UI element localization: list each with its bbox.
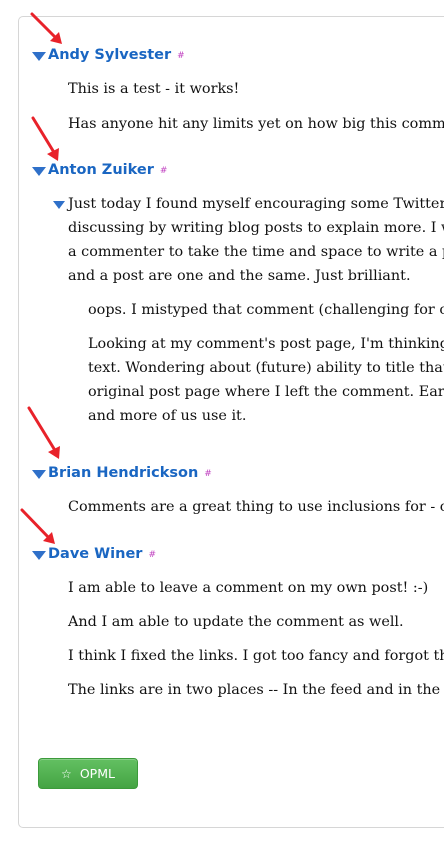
permalink-hash[interactable]: # (160, 166, 168, 176)
comment-text: Has anyone hit any limits yet on how big… (68, 116, 444, 132)
comment-text: I think I fixed the links. I got too fan… (68, 648, 444, 664)
collapse-triangle-icon[interactable] (53, 201, 65, 209)
reply-text: oops. I mistyped that comment (challengi… (88, 302, 444, 318)
comment-text: The links are in two places -- In the fe… (68, 682, 444, 698)
reply-text: and more of us use it. (88, 408, 247, 424)
comment-author-row: Brian Hendrickson # (32, 462, 212, 484)
author-link[interactable]: Brian Hendrickson (48, 465, 198, 481)
comment-author-row: Anton Zuiker # (32, 159, 167, 181)
comment-text: Just today I found myself encouraging so… (68, 196, 444, 212)
reply-text: original post page where I left the comm… (88, 384, 444, 400)
collapse-triangle-icon[interactable] (32, 51, 46, 61)
opml-button-label: OPML (79, 766, 115, 781)
comment-author-row: Andy Sylvester # (32, 44, 185, 66)
permalink-hash[interactable]: # (204, 469, 212, 479)
author-link[interactable]: Dave Winer (48, 546, 142, 562)
comment-text: a commenter to take the time and space t… (68, 244, 444, 260)
comment-text: I am able to leave a comment on my own p… (68, 580, 429, 596)
author-link[interactable]: Anton Zuiker (48, 162, 154, 178)
collapse-triangle-icon[interactable] (32, 166, 46, 176)
reply-text: text. Wondering about (future) ability t… (88, 360, 444, 376)
annotation-arrow-3 (27, 406, 60, 459)
opml-button[interactable]: ☆ OPML (38, 758, 138, 789)
comment-text: This is a test - it works! (68, 81, 240, 97)
comment-text: discussing by writing blog posts to expl… (68, 220, 444, 236)
comment-author-row: Dave Winer # (32, 543, 156, 565)
comment-text: Comments are a great thing to use inclus… (68, 499, 444, 515)
comment-text: and a post are one and the same. Just br… (68, 268, 411, 284)
reply-text: Looking at my comment's post page, I'm t… (88, 336, 444, 352)
permalink-hash[interactable]: # (177, 51, 185, 61)
author-link[interactable]: Andy Sylvester (48, 47, 171, 63)
collapse-triangle-icon[interactable] (32, 469, 46, 479)
collapse-triangle-icon[interactable] (32, 550, 46, 560)
permalink-hash[interactable]: # (148, 550, 156, 560)
comment-text: And I am able to update the comment as w… (68, 614, 404, 630)
star-icon: ☆ (61, 766, 72, 781)
